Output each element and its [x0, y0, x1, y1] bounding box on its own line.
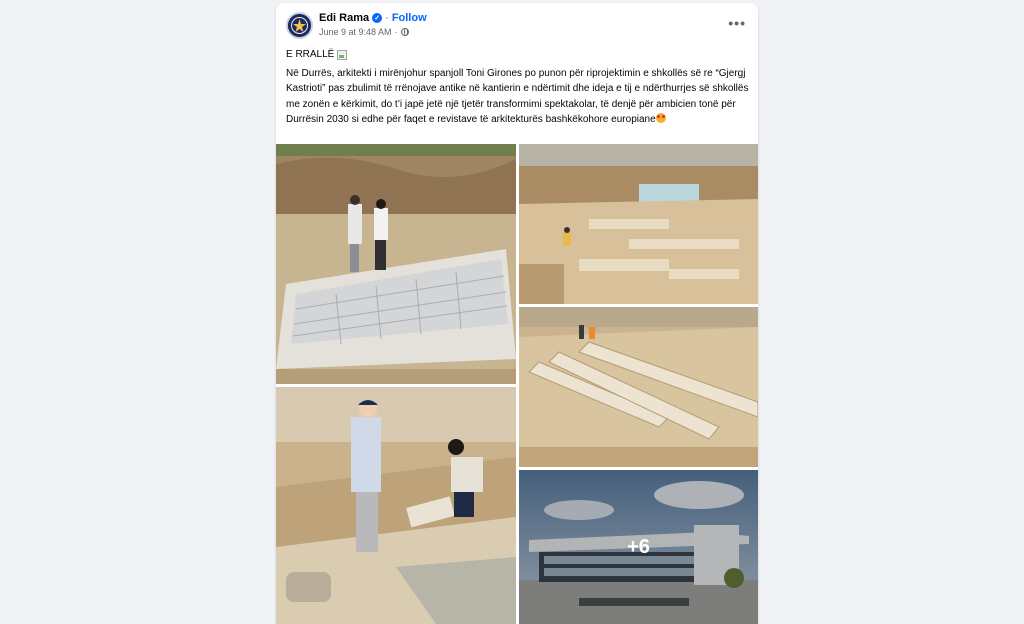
- more-photos-count: +6: [627, 535, 650, 558]
- avatar[interactable]: [286, 12, 313, 39]
- post-timestamp[interactable]: June 9 at 9:48 AM: [319, 27, 392, 37]
- post-title-line: E RRALLË: [286, 49, 348, 60]
- post-title: E RRALLË: [286, 49, 335, 60]
- more-options-icon[interactable]: •••: [728, 15, 746, 31]
- party-logo-icon: [288, 14, 311, 37]
- photo-excavation-site[interactable]: [519, 144, 758, 304]
- separator-dot: ·: [385, 12, 389, 24]
- heart-eyes-emoji: [655, 112, 666, 123]
- post-text: Në Durrës, arkitekti i mirënjohur spanjo…: [286, 66, 751, 127]
- photo-mosaic-floor[interactable]: [276, 144, 516, 384]
- photo-architecture-rendering[interactable]: +6: [519, 470, 758, 624]
- photo-mosaic-floor-image: [276, 144, 516, 384]
- author-name[interactable]: Edi Rama: [319, 12, 369, 24]
- photo-stone-foundations-image: [519, 307, 758, 467]
- follow-button[interactable]: Follow: [392, 12, 427, 24]
- facebook-post: Edi Rama ✓ · Follow June 9 at 9:48 AM · …: [276, 3, 758, 624]
- post-header: Edi Rama ✓ · Follow June 9 at 9:48 AM · …: [276, 3, 758, 43]
- photo-excavation-site-image: [519, 144, 758, 304]
- separator-dot: ·: [394, 27, 398, 37]
- broken-image-icon: [337, 49, 348, 60]
- globe-icon[interactable]: [400, 28, 409, 36]
- post-body: Në Durrës, arkitekti i mirënjohur spanjo…: [286, 68, 749, 125]
- author-line: Edi Rama ✓ · Follow: [319, 12, 427, 24]
- photo-grid: +6: [276, 144, 758, 624]
- more-photos-overlay[interactable]: +6: [519, 470, 758, 624]
- photo-inspection-image: [276, 387, 516, 624]
- post-meta: June 9 at 9:48 AM ·: [319, 27, 409, 37]
- verified-badge-icon: ✓: [372, 13, 383, 23]
- photo-inspection[interactable]: [276, 387, 516, 624]
- photo-stone-foundations[interactable]: [519, 307, 758, 467]
